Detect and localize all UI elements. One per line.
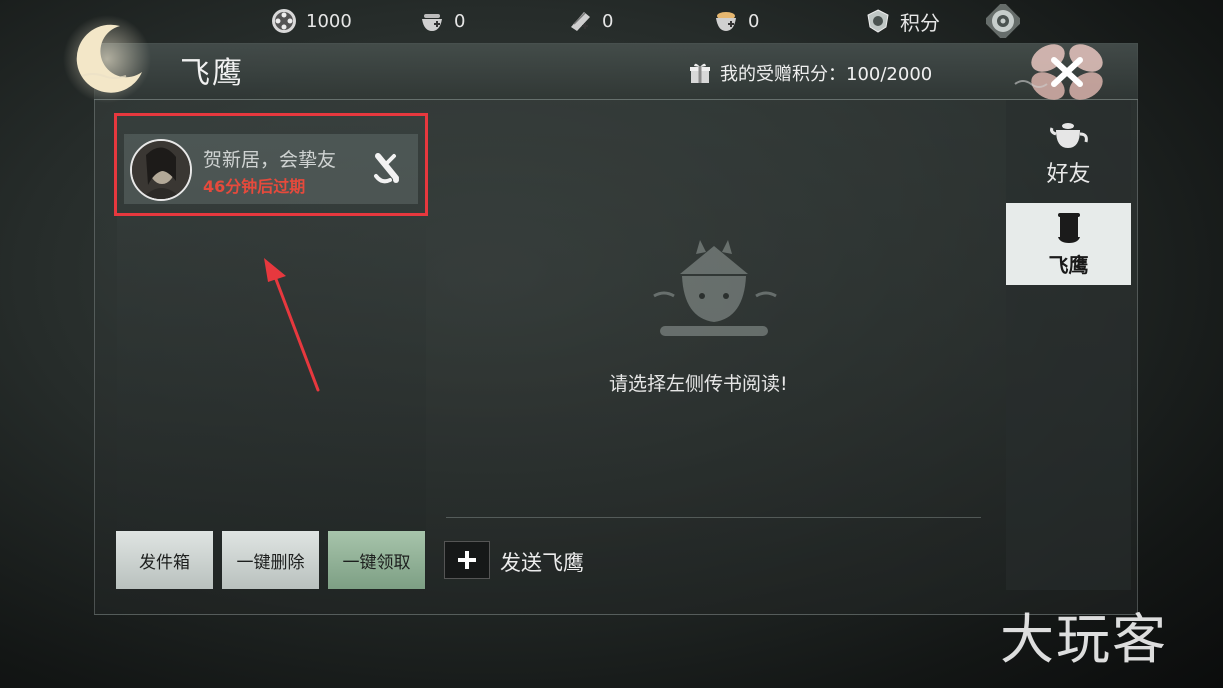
resource-jade[interactable]: 0	[566, 6, 613, 36]
send-falcon-label[interactable]: 发送飞鹰	[500, 547, 584, 577]
points-button[interactable]: 积分	[864, 6, 940, 36]
points-label: 积分	[900, 10, 940, 35]
resource-rice[interactable]: 0	[712, 6, 759, 36]
jade-plus-icon	[571, 12, 590, 31]
page-title: 飞鹰	[180, 56, 244, 91]
tab-friends-label: 好友	[1046, 162, 1091, 187]
empty-state-text: 请选择左侧传书阅读!	[609, 373, 788, 395]
empty-state-mascot-icon	[653, 240, 777, 336]
tab-falcon-label: 飞鹰	[1048, 252, 1089, 277]
gift-points-label: 我的受赠积分：100/2000	[720, 64, 933, 85]
coins-value: 1000	[306, 10, 352, 32]
film-reel-coin-icon	[272, 9, 296, 33]
gift-box-icon	[690, 63, 710, 83]
watermark: 大玩客	[1000, 608, 1168, 671]
settings-emblem-icon	[986, 4, 1020, 38]
tea-bowl-plus-icon	[422, 14, 442, 31]
send-falcon-button[interactable]	[444, 541, 490, 579]
plus-icon	[458, 551, 476, 569]
points-shield-icon	[867, 9, 889, 33]
teapot-icon	[1049, 123, 1088, 148]
rice-value: 0	[748, 10, 760, 32]
resource-coins[interactable]: 1000	[270, 6, 352, 36]
crescent-moon-icon	[63, 15, 151, 103]
tab-falcon[interactable]: 飞鹰	[1006, 203, 1131, 285]
gift-points-info: 我的受赠积分：100/2000	[688, 60, 932, 86]
resource-bar: 1000 0 0 0 积分	[0, 0, 1223, 42]
close-icon	[1051, 57, 1083, 87]
close-button[interactable]	[1010, 40, 1120, 102]
jade-value: 0	[602, 10, 614, 32]
tea-value: 0	[454, 10, 466, 32]
panel-header	[94, 43, 1138, 100]
rice-bowl-plus-icon	[716, 12, 736, 31]
tab-friends[interactable]: 好友	[1006, 118, 1131, 198]
highlight-annotation-box	[114, 113, 428, 216]
settings-button[interactable]	[986, 4, 1020, 38]
outbox-button[interactable]: 发件箱	[116, 531, 213, 589]
claim-all-button[interactable]: 一键领取	[328, 531, 425, 589]
divider	[446, 517, 981, 518]
resource-tea[interactable]: 0	[418, 6, 465, 36]
scroll-icon	[1057, 212, 1080, 243]
arrow-annotation	[264, 258, 320, 392]
delete-all-button[interactable]: 一键删除	[222, 531, 319, 589]
